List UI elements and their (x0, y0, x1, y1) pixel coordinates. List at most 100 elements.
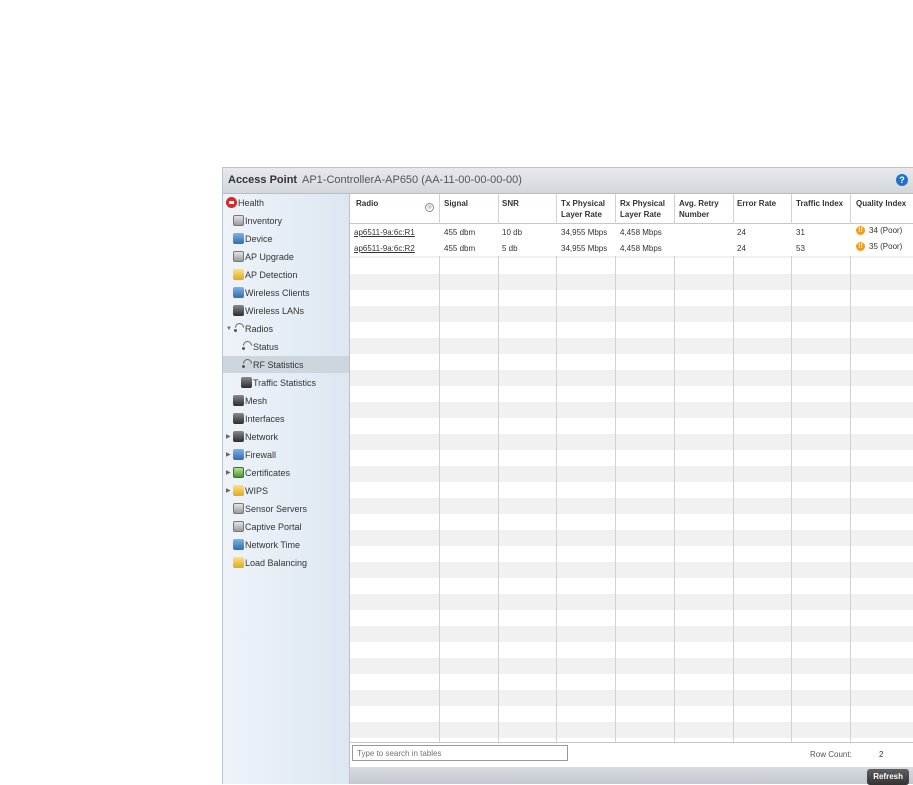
collapsed-arrow-icon[interactable]: ▶ (226, 433, 233, 440)
access-point-panel: Access Point AP1-ControllerA-AP650 (AA-1… (222, 167, 913, 785)
signal-cell: 455 dbm (444, 244, 476, 253)
sidebar-item-load-balancing[interactable]: Load Balancing (233, 554, 307, 571)
column-divider (439, 194, 440, 742)
mesh-icon (233, 395, 244, 406)
warning-icon: !! (856, 226, 865, 236)
tx-rate-cell: 34,955 Mbps (561, 228, 608, 237)
load-balancing-icon (233, 557, 244, 568)
radio-link[interactable]: ap6511-9a:6c:R2 (354, 244, 415, 253)
column-header-signal[interactable]: Signal (444, 198, 468, 209)
tx-rate-cell: 34,955 Mbps (561, 244, 608, 253)
table-header: Radio ◎ Signal SNR Tx Physical Layer Rate… (350, 194, 913, 224)
signal-cell: 455 dbm (444, 228, 476, 237)
network-time-icon (233, 539, 244, 550)
device-name: AP1-ControllerA-AP650 (AA-11-00-00-00-00… (302, 174, 522, 186)
sidebar-item-captive-portal[interactable]: Captive Portal (233, 518, 302, 535)
sidebar-item-ap-upgrade[interactable]: AP Upgrade (233, 248, 294, 265)
row-count-label: Row Count: (810, 750, 852, 759)
error-rate-cell: 24 (737, 244, 746, 253)
main-content: Radio ◎ Signal SNR Tx Physical Layer Rate… (350, 194, 913, 785)
sidebar-item-wireless-lans[interactable]: Wireless LANs (233, 302, 304, 319)
wips-icon (233, 485, 244, 496)
sidebar-item-wireless-clients[interactable]: Wireless Clients (233, 284, 310, 301)
snr-cell: 10 db (502, 228, 523, 237)
page-title: Access Point (228, 174, 298, 186)
column-header-radio[interactable]: Radio (356, 198, 378, 209)
inventory-icon (233, 215, 244, 226)
sidebar-item-device[interactable]: Device (233, 230, 273, 247)
rx-rate-cell: 4,458 Mbps (620, 228, 662, 237)
ap-detection-icon (233, 269, 244, 280)
device-icon (233, 233, 244, 244)
firewall-icon (233, 449, 244, 460)
column-divider (733, 194, 734, 742)
ap-upgrade-icon (233, 251, 244, 262)
action-bar: Refresh (350, 767, 913, 785)
captive-portal-icon (233, 521, 244, 532)
row-count-value: 2 (879, 750, 884, 759)
sidebar-item-health[interactable]: Health (226, 194, 264, 211)
sidebar-item-firewall[interactable]: ▶ Firewall (226, 446, 276, 463)
health-icon (226, 197, 237, 208)
column-header-tx-rate[interactable]: Tx Physical Layer Rate (561, 198, 605, 220)
sidebar-item-network[interactable]: ▶ Network (226, 428, 278, 445)
column-header-quality-index[interactable]: Quality Index (856, 198, 906, 209)
column-header-traffic-index[interactable]: Traffic Index (796, 198, 843, 209)
collapsed-arrow-icon[interactable]: ▶ (226, 487, 233, 494)
sidebar: Health Inventory Device AP Upgrade AP De… (223, 194, 350, 784)
snr-cell: 5 db (502, 244, 518, 253)
sidebar-item-sensor-servers[interactable]: Sensor Servers (233, 500, 307, 517)
sidebar-item-traffic-statistics[interactable]: Traffic Statistics (241, 374, 316, 391)
sidebar-item-status[interactable]: Status (241, 338, 279, 355)
quality-index-cell: !! 35 (Poor) (856, 242, 902, 252)
table-row[interactable]: ap6511-9a:6c:R1 455 dbm 10 db 34,955 Mbp… (350, 224, 913, 240)
column-header-avg-retry[interactable]: Avg. Retry Number (679, 198, 719, 220)
sidebar-item-rf-statistics[interactable]: RF Statistics (223, 356, 349, 373)
rf-statistics-table: Radio ◎ Signal SNR Tx Physical Layer Rate… (350, 194, 913, 742)
sidebar-item-wips[interactable]: ▶ WIPS (226, 482, 268, 499)
column-divider (556, 194, 557, 742)
title-bar: Access Point AP1-ControllerA-AP650 (AA-1… (223, 168, 913, 194)
column-header-error-rate[interactable]: Error Rate (737, 198, 776, 209)
sidebar-item-radios[interactable]: ▼ Radios (226, 320, 273, 337)
sidebar-item-certificates[interactable]: ▶ Certificates (226, 464, 290, 481)
table-search-input[interactable] (352, 745, 568, 761)
sidebar-item-mesh[interactable]: Mesh (233, 392, 267, 409)
radio-icon (241, 359, 252, 370)
column-divider (674, 194, 675, 742)
column-header-rx-rate[interactable]: Rx Physical Layer Rate (620, 198, 665, 220)
sidebar-item-ap-detection[interactable]: AP Detection (233, 266, 297, 283)
traffic-icon (241, 377, 252, 388)
column-divider (498, 194, 499, 742)
table-footer: Row Count: 2 (350, 742, 913, 768)
column-divider (615, 194, 616, 742)
rx-rate-cell: 4,458 Mbps (620, 244, 662, 253)
sidebar-item-inventory[interactable]: Inventory (233, 212, 282, 229)
certificates-icon (233, 467, 244, 478)
collapsed-arrow-icon[interactable]: ▶ (226, 451, 233, 458)
interfaces-icon (233, 413, 244, 424)
wireless-clients-icon (233, 287, 244, 298)
traffic-index-cell: 31 (796, 228, 805, 237)
table-row[interactable]: ap6511-9a:6c:R2 455 dbm 5 db 34,955 Mbps… (350, 240, 913, 256)
sidebar-item-network-time[interactable]: Network Time (233, 536, 300, 553)
column-divider (850, 194, 851, 742)
refresh-button[interactable]: Refresh (867, 769, 909, 785)
wireless-lans-icon (233, 305, 244, 316)
radio-link[interactable]: ap6511-9a:6c:R1 (354, 228, 415, 237)
quality-index-cell: !! 34 (Poor) (856, 226, 902, 236)
radio-icon (233, 323, 244, 334)
radio-icon (241, 341, 252, 352)
sensor-servers-icon (233, 503, 244, 514)
column-header-snr[interactable]: SNR (502, 198, 519, 209)
help-icon[interactable]: ? (896, 174, 908, 186)
error-rate-cell: 24 (737, 228, 746, 237)
sort-icon[interactable]: ◎ (425, 203, 434, 212)
traffic-index-cell: 53 (796, 244, 805, 253)
warning-icon: !! (856, 242, 865, 252)
sidebar-item-interfaces[interactable]: Interfaces (233, 410, 285, 427)
collapsed-arrow-icon[interactable]: ▶ (226, 469, 233, 476)
expanded-arrow-icon[interactable]: ▼ (226, 326, 233, 332)
network-icon (233, 431, 244, 442)
column-divider (791, 194, 792, 742)
